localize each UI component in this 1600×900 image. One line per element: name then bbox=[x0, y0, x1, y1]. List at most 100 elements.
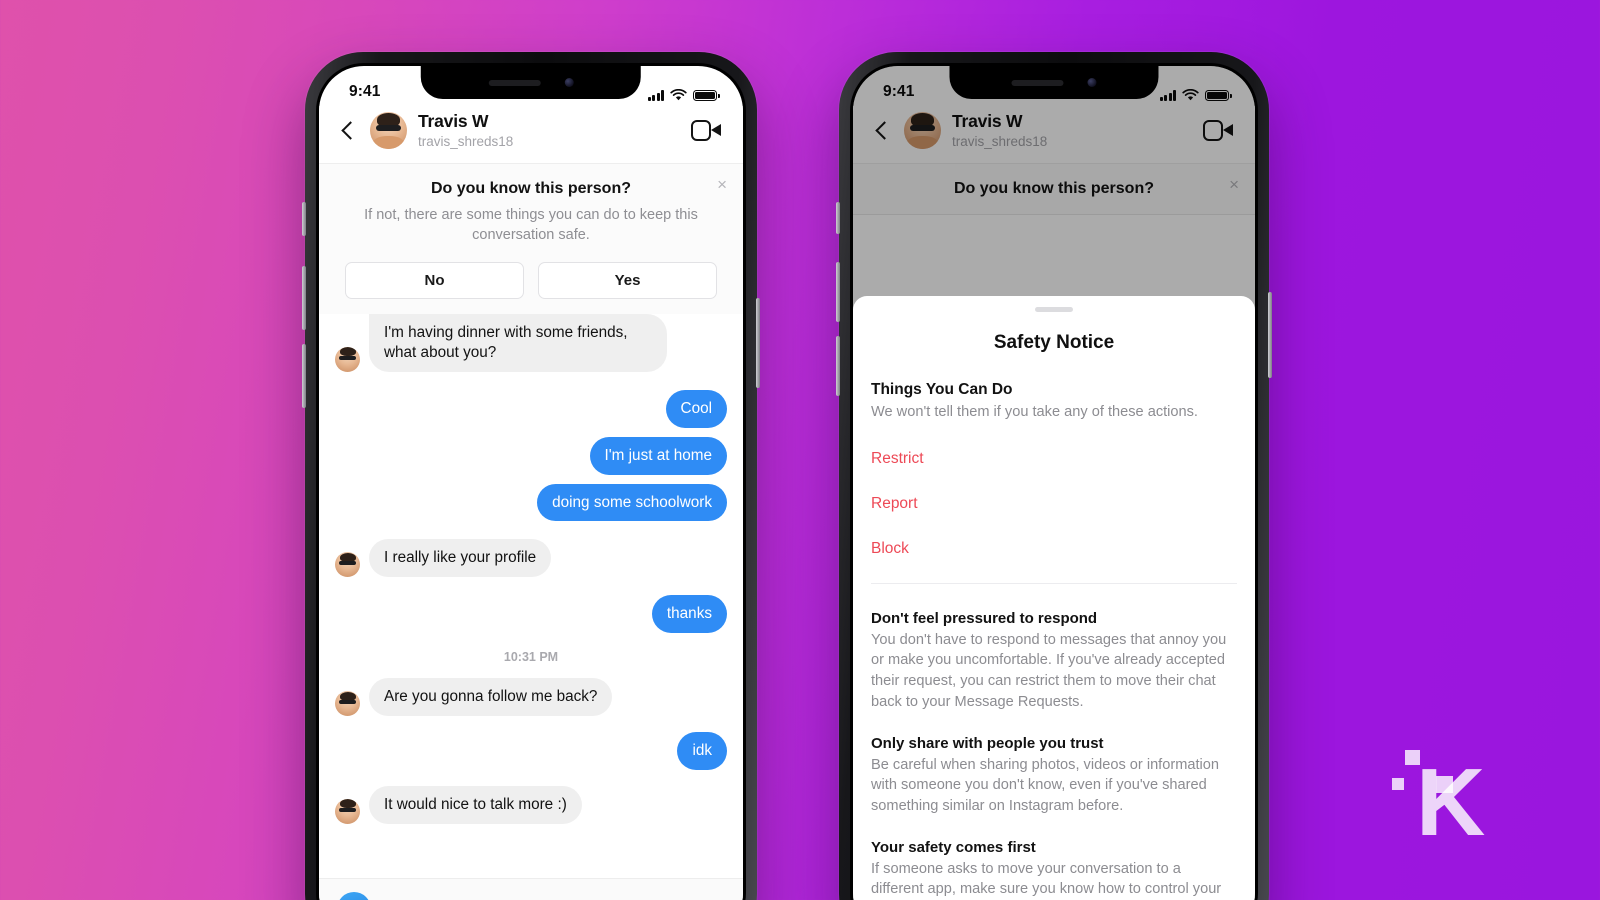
earpiece-speaker bbox=[488, 79, 541, 86]
volume-down-button[interactable] bbox=[302, 344, 306, 408]
know-person-banner: × Do you know this person? If not, there… bbox=[319, 163, 743, 320]
watermark-square bbox=[1392, 778, 1404, 790]
section-subtext: We won't tell them if you take any of th… bbox=[871, 404, 1198, 420]
no-button[interactable]: No bbox=[345, 262, 524, 299]
restrict-action[interactable]: Restrict bbox=[871, 450, 1237, 468]
camera-button[interactable] bbox=[337, 891, 371, 900]
volume-down-button[interactable] bbox=[836, 336, 840, 396]
message-bubble-outgoing[interactable]: I'm just at home bbox=[589, 436, 727, 475]
power-button[interactable] bbox=[756, 298, 760, 388]
wifi-icon bbox=[670, 89, 687, 101]
safety-notice-sheet: Safety Notice Things You Can Do We won't… bbox=[853, 296, 1255, 900]
cellular-signal-icon bbox=[647, 90, 664, 101]
chat-header: Travis W travis_shreds18 bbox=[853, 106, 1255, 163]
back-chevron-icon[interactable] bbox=[871, 120, 893, 142]
notch bbox=[420, 66, 642, 99]
things-you-can-do-section: Things You Can Do We won't tell them if … bbox=[871, 354, 1237, 558]
back-chevron-icon[interactable] bbox=[337, 120, 359, 142]
phone-left-bezel: 9:41 Travis W travis_shreds18 × Do you k… bbox=[316, 63, 746, 900]
earpiece-speaker bbox=[1011, 79, 1064, 86]
message-row: thanks bbox=[335, 595, 727, 634]
status-time: 9:41 bbox=[349, 83, 381, 100]
status-time: 9:41 bbox=[883, 83, 915, 100]
message-bubble-incoming[interactable]: Are you gonna follow me back? bbox=[369, 678, 613, 716]
message-timestamp: 10:31 PM bbox=[503, 650, 559, 665]
battery-icon bbox=[693, 89, 720, 101]
volume-up-button[interactable] bbox=[302, 266, 306, 330]
know-person-subtitle: If not, there are some things you can do… bbox=[364, 207, 698, 243]
volume-up-button[interactable] bbox=[836, 262, 840, 322]
notch bbox=[949, 66, 1159, 99]
message-row: It would nice to talk more :) bbox=[335, 785, 727, 824]
safety-tip: Don't feel pressured to respond You don'… bbox=[871, 610, 1237, 713]
safety-tip: Your safety comes first If someone asks … bbox=[871, 839, 1237, 900]
video-call-icon[interactable] bbox=[1203, 120, 1233, 141]
message-bubble-outgoing[interactable]: thanks bbox=[651, 595, 727, 634]
message-bubble-outgoing[interactable]: Cool bbox=[665, 389, 727, 428]
message-row: idk bbox=[335, 732, 727, 770]
message-bubble-outgoing[interactable]: idk bbox=[677, 732, 727, 770]
safety-tip: Only share with people you trust Be care… bbox=[871, 735, 1237, 817]
silence-switch[interactable] bbox=[836, 202, 840, 234]
battery-icon bbox=[1205, 89, 1232, 101]
message-row: I'm just at home bbox=[335, 436, 727, 475]
phone-left-screen: 9:41 Travis W travis_shreds18 × Do you k… bbox=[319, 66, 743, 900]
section-heading: Things You Can Do bbox=[871, 381, 1013, 398]
knowtechie-watermark: K bbox=[1392, 732, 1512, 857]
tip-heading: Don't feel pressured to respond bbox=[871, 609, 1098, 627]
avatar bbox=[335, 798, 360, 824]
avatar bbox=[335, 552, 360, 578]
phone-right-screen: 9:41 Travis W travis_shreds18 × Do you k… bbox=[853, 66, 1255, 900]
front-camera-icon bbox=[1087, 78, 1097, 87]
know-person-title: Do you know this person? bbox=[953, 180, 1154, 197]
message-bubble-incoming[interactable]: It would nice to talk more :) bbox=[369, 785, 582, 824]
message-row: doing some schoolwork bbox=[335, 483, 727, 522]
chat-contact: Travis W travis_shreds18 bbox=[418, 112, 680, 149]
message-bubble-incoming[interactable]: I really like your profile bbox=[369, 539, 552, 578]
message-row: Are you gonna follow me back? bbox=[335, 678, 727, 716]
avatar bbox=[335, 346, 360, 372]
silence-switch[interactable] bbox=[302, 202, 306, 236]
close-icon[interactable]: × bbox=[717, 176, 727, 193]
sheet-title: Safety Notice bbox=[993, 332, 1115, 353]
chat-message-list[interactable]: I'm having dinner with some friends, wha… bbox=[319, 314, 743, 824]
contact-handle: travis_shreds18 bbox=[418, 133, 514, 149]
contact-name: Travis W bbox=[418, 111, 489, 132]
message-composer bbox=[319, 878, 743, 900]
tip-heading: Your safety comes first bbox=[871, 838, 1036, 856]
divider bbox=[871, 582, 1237, 584]
report-action[interactable]: Report bbox=[871, 495, 1237, 513]
video-call-icon[interactable] bbox=[691, 120, 721, 141]
chat-header: Travis W travis_shreds18 bbox=[319, 106, 743, 163]
know-person-banner: × Do you know this person? bbox=[853, 163, 1255, 215]
avatar bbox=[335, 691, 360, 716]
tip-body: If someone asks to move your conversatio… bbox=[871, 860, 1222, 898]
wifi-icon bbox=[1182, 89, 1199, 101]
know-person-title: Do you know this person? bbox=[430, 180, 631, 197]
know-person-actions: No Yes bbox=[345, 262, 717, 299]
tip-body: You don't have to respond to messages th… bbox=[871, 631, 1227, 710]
message-bubble-outgoing[interactable]: doing some schoolwork bbox=[537, 483, 727, 522]
contact-handle: travis_shreds18 bbox=[952, 133, 1048, 149]
avatar[interactable] bbox=[370, 112, 407, 149]
watermark-letter: K bbox=[1416, 749, 1485, 857]
message-row: Cool bbox=[335, 389, 727, 428]
block-action[interactable]: Block bbox=[871, 540, 1237, 558]
close-icon[interactable]: × bbox=[1229, 176, 1239, 193]
tip-body: Be careful when sharing photos, videos o… bbox=[871, 756, 1220, 815]
message-row: I really like your profile bbox=[335, 539, 727, 578]
message-bubble-incoming[interactable]: I'm having dinner with some friends, wha… bbox=[369, 314, 667, 372]
front-camera-icon bbox=[564, 78, 574, 87]
phone-right: 9:41 Travis W travis_shreds18 × Do you k… bbox=[836, 52, 1272, 900]
chat-contact: Travis W travis_shreds18 bbox=[952, 112, 1192, 149]
phone-left: 9:41 Travis W travis_shreds18 × Do you k… bbox=[302, 52, 760, 900]
avatar[interactable] bbox=[904, 112, 941, 149]
contact-name: Travis W bbox=[952, 111, 1023, 132]
cellular-signal-icon bbox=[1159, 90, 1176, 101]
phone-right-bezel: 9:41 Travis W travis_shreds18 × Do you k… bbox=[850, 63, 1258, 900]
power-button[interactable] bbox=[1268, 292, 1272, 378]
sheet-grabber[interactable] bbox=[1035, 307, 1073, 312]
yes-button[interactable]: Yes bbox=[538, 262, 717, 299]
message-row: I'm having dinner with some friends, wha… bbox=[335, 314, 727, 372]
tip-heading: Only share with people you trust bbox=[871, 734, 1104, 752]
